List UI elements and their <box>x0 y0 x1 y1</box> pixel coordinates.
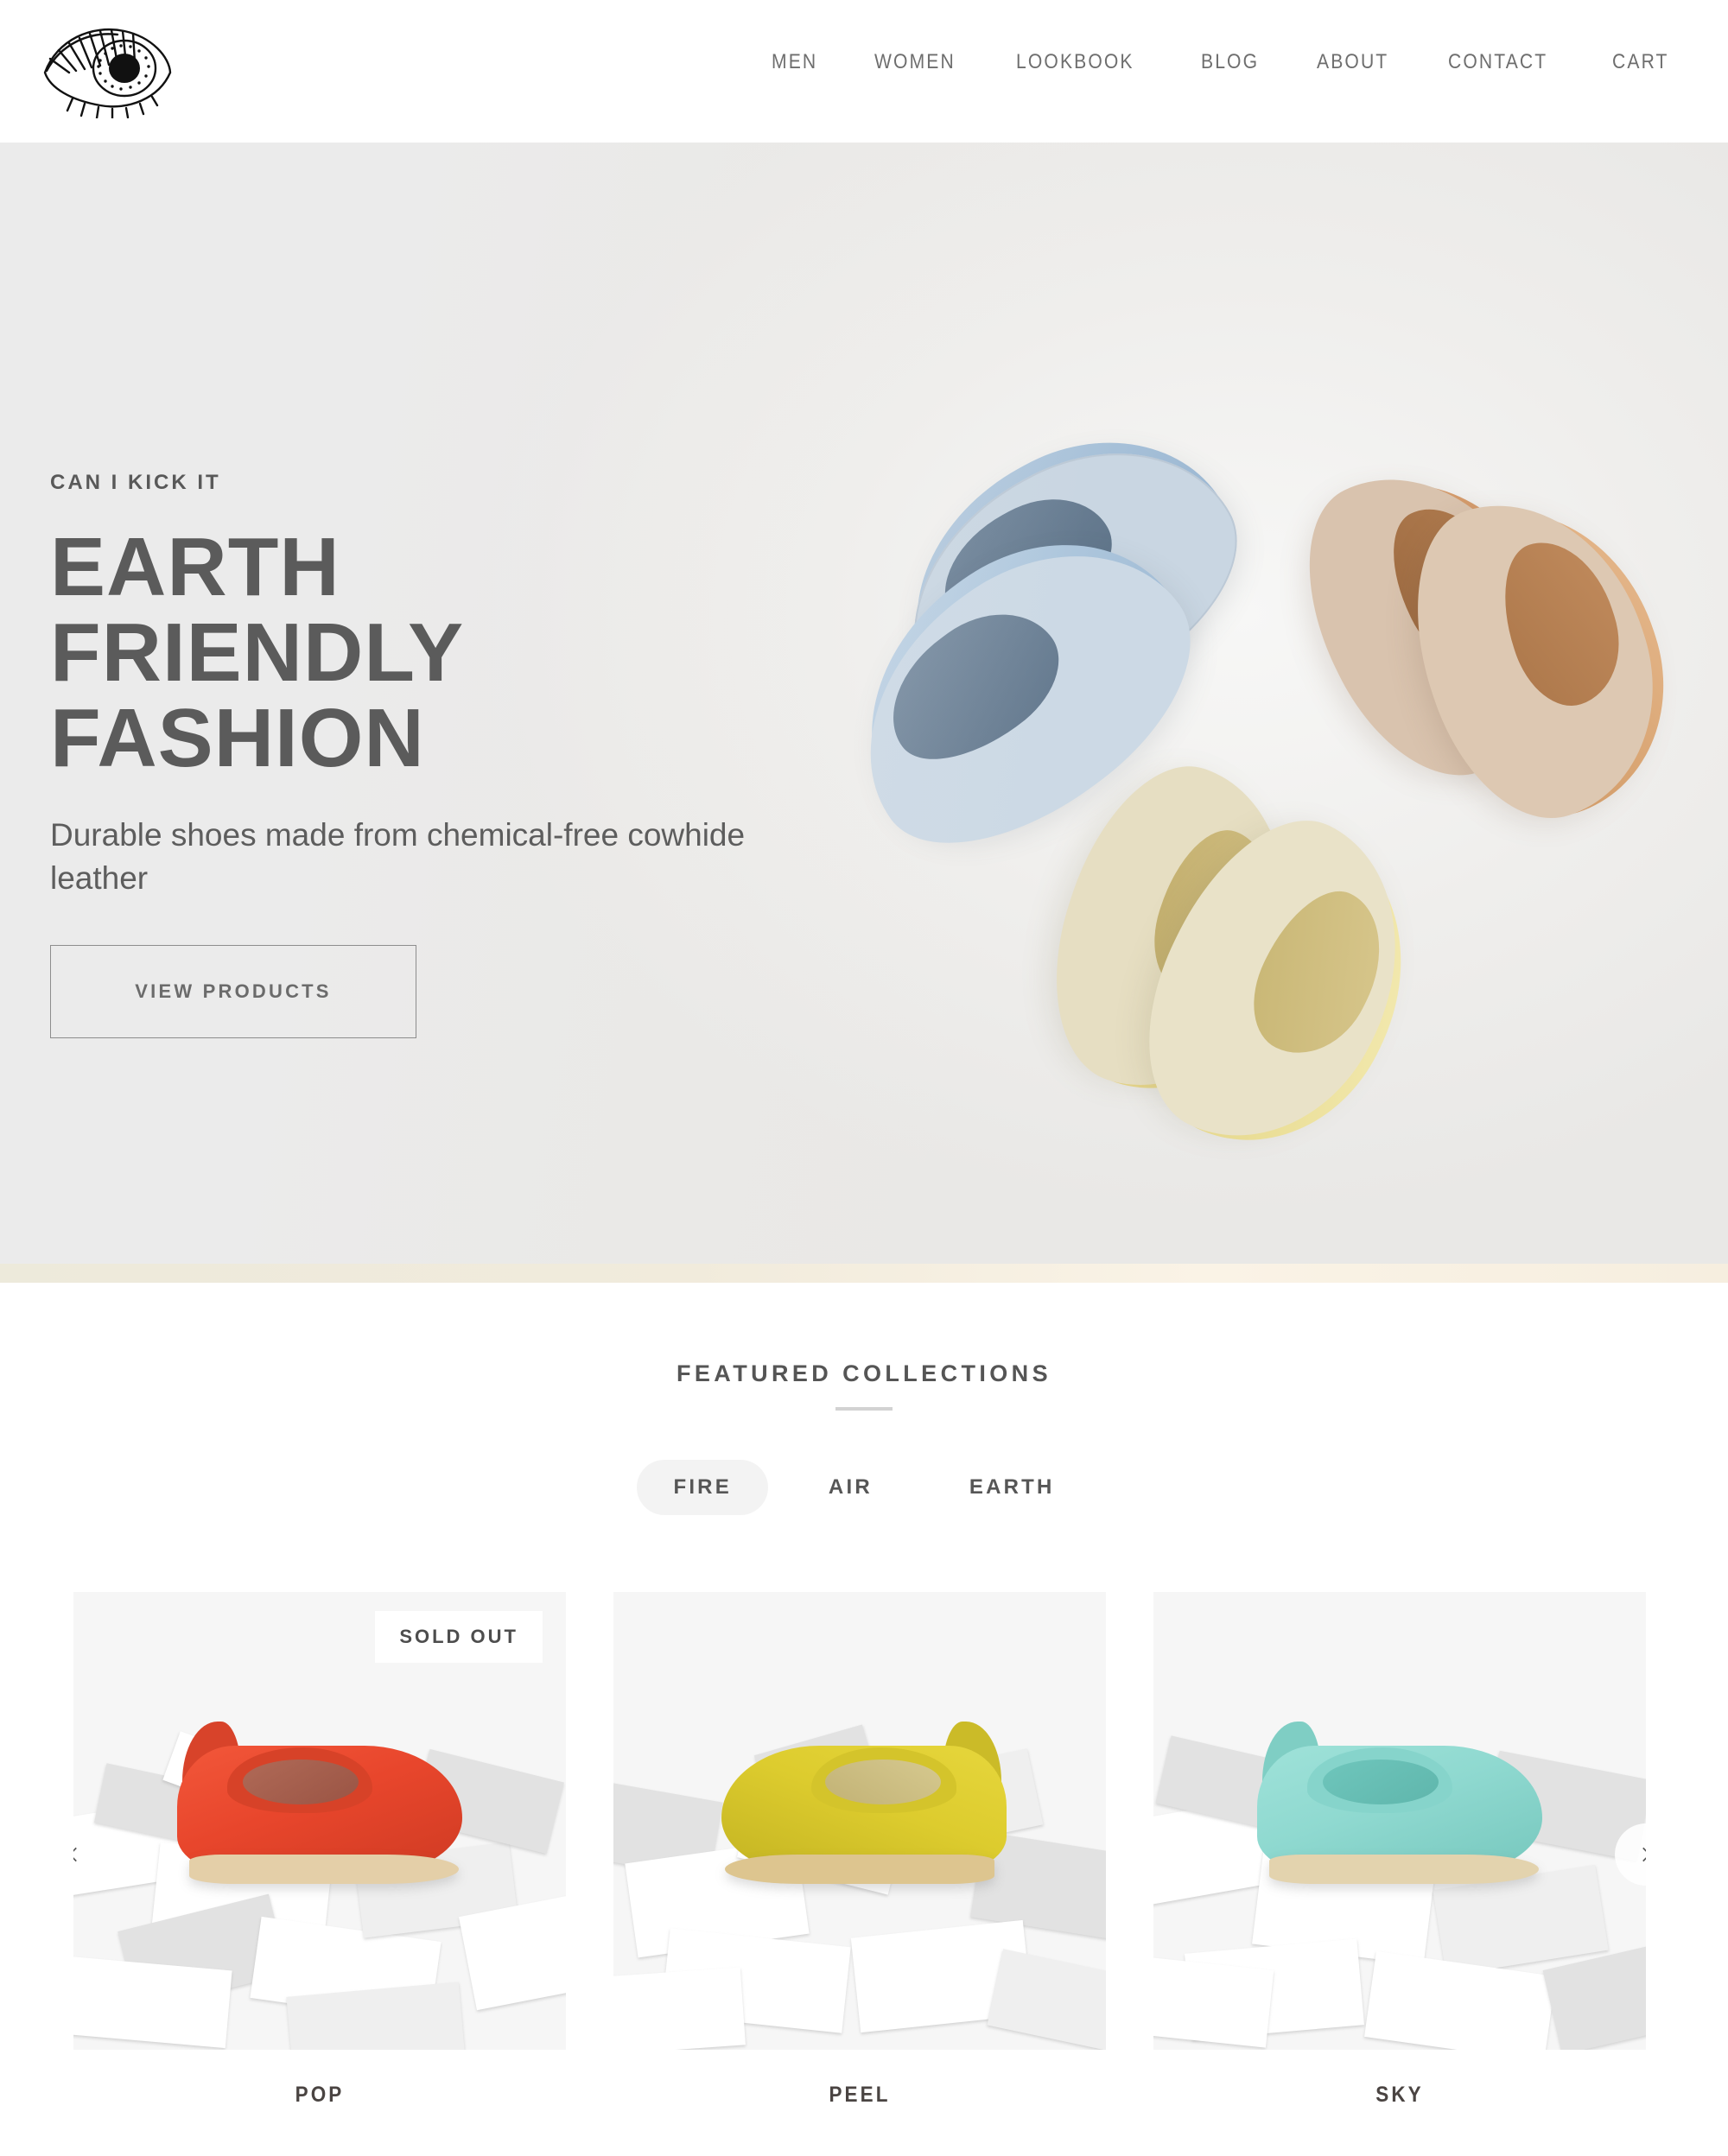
product-name-sky: SKY <box>1375 2083 1424 2107</box>
featured-collections-title: FEATURED COLLECTIONS <box>677 1360 1051 1386</box>
hero-shoe-tan-right <box>1382 470 1700 844</box>
nav-item-blog[interactable]: BLOG <box>1201 50 1259 74</box>
product-image-sky[interactable] <box>1153 1592 1646 2050</box>
hero-subtitle: Durable shoes made from chemical-free co… <box>50 817 746 896</box>
product-image-pop[interactable]: SOLD OUT <box>73 1592 566 2050</box>
nav-item-about[interactable]: ABOUT <box>1317 50 1388 74</box>
hero-banner: CAN I KICK IT EARTH FRIENDLY FASHION Dur… <box>0 143 1728 1283</box>
product-card-peel[interactable]: PEEL <box>613 1592 1106 2108</box>
nav-item-cart[interactable]: CART <box>1612 50 1669 74</box>
collection-tabs: FIRE AIR EARTH <box>0 1460 1728 1515</box>
hero-shoe-yellow-left <box>1020 741 1334 1122</box>
hero-bottom-strip <box>0 1264 1728 1283</box>
hero-shoe-yellow-right <box>1104 787 1454 1185</box>
product-image-peel[interactable] <box>613 1592 1106 2050</box>
eye-logo[interactable] <box>38 19 176 118</box>
site-header: MEN WOMEN LOOKBOOK BLOG ABOUT CONTACT CA… <box>0 0 1728 143</box>
nav-item-women[interactable]: WOMEN <box>874 50 956 74</box>
product-card-pop[interactable]: SOLD OUT POP <box>73 1592 566 2108</box>
product-name-peel: PEEL <box>829 2083 891 2107</box>
main-navigation: MEN WOMEN LOOKBOOK BLOG ABOUT CONTACT CA… <box>772 50 1676 74</box>
hero-shoe-blue-right <box>810 486 1236 894</box>
hero-eyebrow: CAN I KICK IT <box>50 471 221 494</box>
tab-earth[interactable]: EARTH <box>933 1460 1091 1515</box>
chevron-right-icon <box>1642 1847 1646 1862</box>
status-badge-sold-out: SOLD OUT <box>375 1611 543 1663</box>
shoe-illustration-peel <box>721 1722 1007 1894</box>
nav-item-contact[interactable]: CONTACT <box>1448 50 1547 74</box>
product-carousel: SOLD OUT POP PEEL SKY <box>73 1592 1646 2108</box>
shoe-illustration-pop <box>177 1722 462 1894</box>
chevron-left-icon <box>73 1847 77 1862</box>
tab-fire[interactable]: FIRE <box>637 1460 768 1515</box>
hero-shoe-blue-left <box>861 390 1276 764</box>
hero-shoe-tan-left <box>1267 434 1607 809</box>
shoe-illustration-sky <box>1257 1722 1542 1894</box>
hero-copy: CAN I KICK IT EARTH FRIENDLY FASHION Dur… <box>50 471 854 1038</box>
tab-air[interactable]: AIR <box>792 1460 909 1515</box>
product-name-pop: POP <box>295 2083 345 2107</box>
nav-item-lookbook[interactable]: LOOKBOOK <box>1016 50 1134 74</box>
nav-item-men[interactable]: MEN <box>772 50 817 74</box>
title-divider <box>835 1407 893 1411</box>
hero-title: EARTH FRIENDLY FASHION <box>50 521 463 784</box>
product-card-sky[interactable]: SKY <box>1153 1592 1646 2108</box>
view-products-button[interactable]: VIEW PRODUCTS <box>50 945 416 1038</box>
